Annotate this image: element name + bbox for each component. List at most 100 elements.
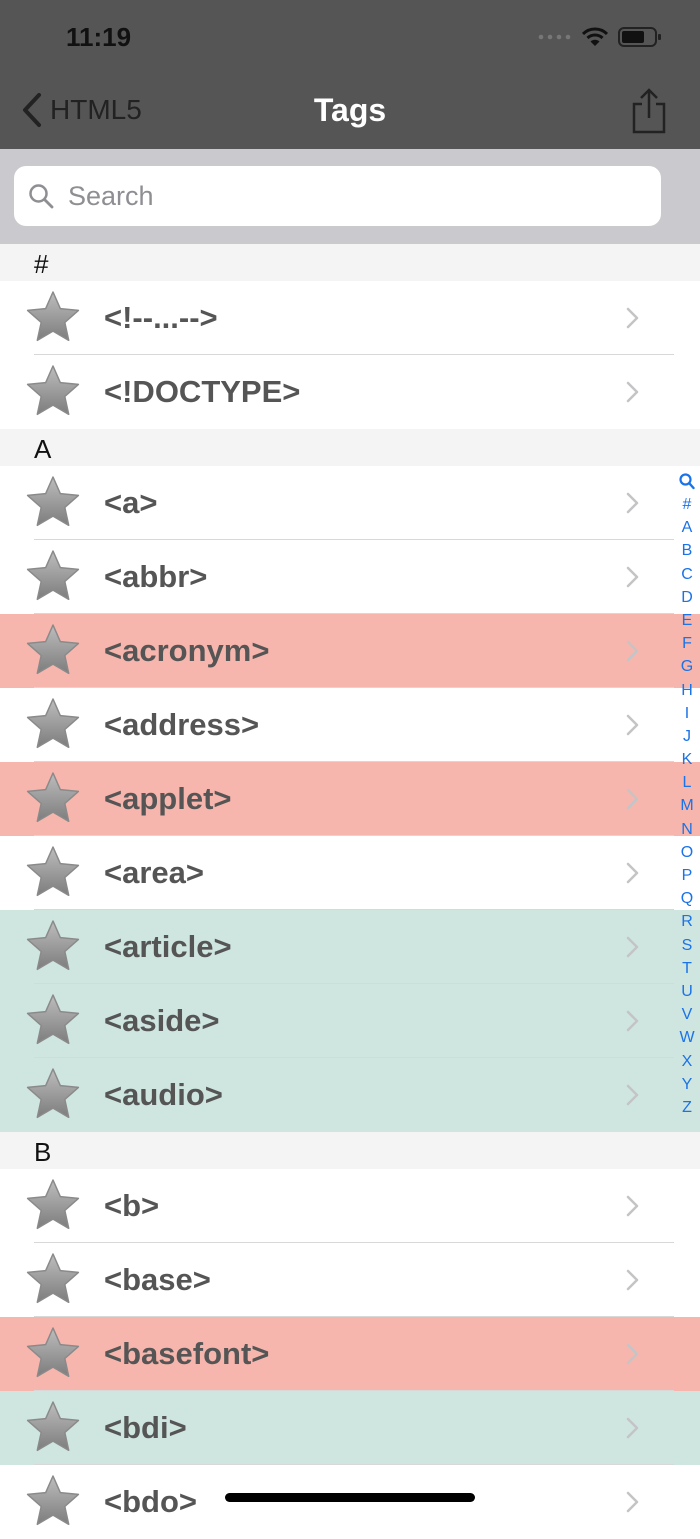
search-icon [29, 184, 54, 209]
list-item[interactable]: <aside> [0, 984, 700, 1058]
share-button[interactable] [632, 88, 666, 139]
chevron-right-icon [626, 1195, 640, 1222]
index-letter[interactable]: # [683, 493, 692, 516]
tag-label: <address> [104, 707, 260, 742]
index-letter[interactable]: K [682, 748, 693, 771]
back-button[interactable]: HTML5 [20, 92, 142, 128]
section-header: # [0, 244, 700, 281]
chevron-right-icon [626, 307, 640, 334]
list-item[interactable]: <audio> [0, 1058, 700, 1132]
list-item[interactable]: <a> [0, 466, 700, 540]
share-icon [632, 88, 666, 134]
star-icon[interactable] [24, 623, 82, 684]
index-letter[interactable]: W [679, 1026, 694, 1049]
star-icon[interactable] [24, 1326, 82, 1387]
list-item[interactable]: <basefont> [0, 1317, 700, 1391]
index-letter[interactable]: M [680, 794, 693, 817]
star-icon[interactable] [24, 364, 82, 425]
status-icons [538, 26, 662, 48]
star-icon[interactable] [24, 549, 82, 610]
star-icon[interactable] [24, 290, 82, 351]
list-item[interactable]: <base> [0, 1243, 700, 1317]
chevron-right-icon [626, 1491, 640, 1518]
index-letter[interactable]: E [682, 609, 693, 632]
tag-label: <abbr> [104, 559, 208, 594]
star-icon[interactable] [24, 1252, 82, 1313]
index-letter[interactable]: R [681, 910, 693, 933]
chevron-right-icon [626, 1010, 640, 1037]
chevron-right-icon [626, 492, 640, 519]
chevron-right-icon [626, 640, 640, 667]
list-item[interactable]: <abbr> [0, 540, 700, 614]
index-letter[interactable]: X [682, 1050, 693, 1073]
index-letter[interactable]: O [681, 841, 693, 864]
section-index[interactable]: # A B C D E F G H I J K L M N O P Q R S T U V W X Y Z [676, 473, 698, 1119]
search-index-icon[interactable] [679, 473, 695, 491]
chevron-right-icon [626, 862, 640, 889]
chevron-right-icon [626, 381, 640, 408]
star-icon[interactable] [24, 1067, 82, 1128]
index-letter[interactable]: B [682, 539, 693, 562]
list-item[interactable]: <!--...--> [0, 281, 700, 355]
index-letter[interactable]: Y [682, 1073, 693, 1096]
search-field[interactable] [14, 166, 661, 226]
chevron-right-icon [626, 566, 640, 593]
search-input[interactable] [66, 179, 630, 213]
tag-label: <!DOCTYPE> [104, 374, 301, 409]
chevron-right-icon [626, 1084, 640, 1111]
list-item[interactable]: <b> [0, 1169, 700, 1243]
navigation-bar: 11:19 HTML5 Tags [0, 0, 700, 149]
index-letter[interactable]: D [681, 586, 693, 609]
tag-list: # <!--...--> <!DOCTYPE> A <a> <abbr> <acronym>… [0, 244, 700, 1539]
list-item[interactable]: <address> [0, 688, 700, 762]
wifi-icon [582, 27, 608, 46]
list-item[interactable]: <article> [0, 910, 700, 984]
index-letter[interactable]: G [681, 655, 693, 678]
index-letter[interactable]: T [682, 957, 692, 980]
tag-label: <a> [104, 485, 158, 520]
star-icon[interactable] [24, 845, 82, 906]
index-letter[interactable]: N [681, 818, 693, 841]
star-icon[interactable] [24, 993, 82, 1054]
search-area [0, 149, 700, 244]
tag-label: <bdo> [104, 1484, 198, 1519]
index-letter[interactable]: V [682, 1003, 693, 1026]
list-item[interactable]: <area> [0, 836, 700, 910]
tag-label: <applet> [104, 781, 232, 816]
star-icon[interactable] [24, 1474, 82, 1535]
index-letter[interactable]: Z [682, 1096, 692, 1119]
index-letter[interactable]: J [683, 725, 691, 748]
tag-label: <!--...--> [104, 300, 218, 335]
index-letter[interactable]: H [681, 679, 693, 702]
battery-icon [618, 27, 661, 47]
index-letter[interactable]: A [682, 516, 693, 539]
index-letter[interactable]: I [685, 702, 689, 725]
star-icon[interactable] [24, 1178, 82, 1239]
list-item[interactable]: <!DOCTYPE> [0, 355, 700, 429]
star-icon[interactable] [24, 697, 82, 758]
list-item[interactable]: <applet> [0, 762, 700, 836]
index-letter[interactable]: S [682, 934, 693, 957]
star-icon[interactable] [24, 1400, 82, 1461]
index-letter[interactable]: P [682, 864, 693, 887]
chevron-right-icon [626, 788, 640, 815]
tag-label: <aside> [104, 1003, 220, 1038]
index-letter[interactable]: C [681, 563, 693, 586]
tag-label: <article> [104, 929, 232, 964]
star-icon[interactable] [24, 771, 82, 832]
index-letter[interactable]: F [682, 632, 692, 655]
tag-label: <audio> [104, 1077, 223, 1112]
index-letter[interactable]: L [683, 771, 692, 794]
index-letter[interactable]: Q [681, 887, 693, 910]
tag-label: <acronym> [104, 633, 270, 668]
chevron-right-icon [626, 714, 640, 741]
index-letter[interactable]: U [681, 980, 693, 1003]
star-icon[interactable] [24, 475, 82, 536]
list-item[interactable]: <acronym> [0, 614, 700, 688]
back-label: HTML5 [50, 94, 142, 125]
chevron-right-icon [626, 1343, 640, 1370]
chevron-left-icon [23, 93, 41, 127]
list-item[interactable]: <bdo> [0, 1465, 700, 1539]
list-item[interactable]: <bdi> [0, 1391, 700, 1465]
star-icon[interactable] [24, 919, 82, 980]
